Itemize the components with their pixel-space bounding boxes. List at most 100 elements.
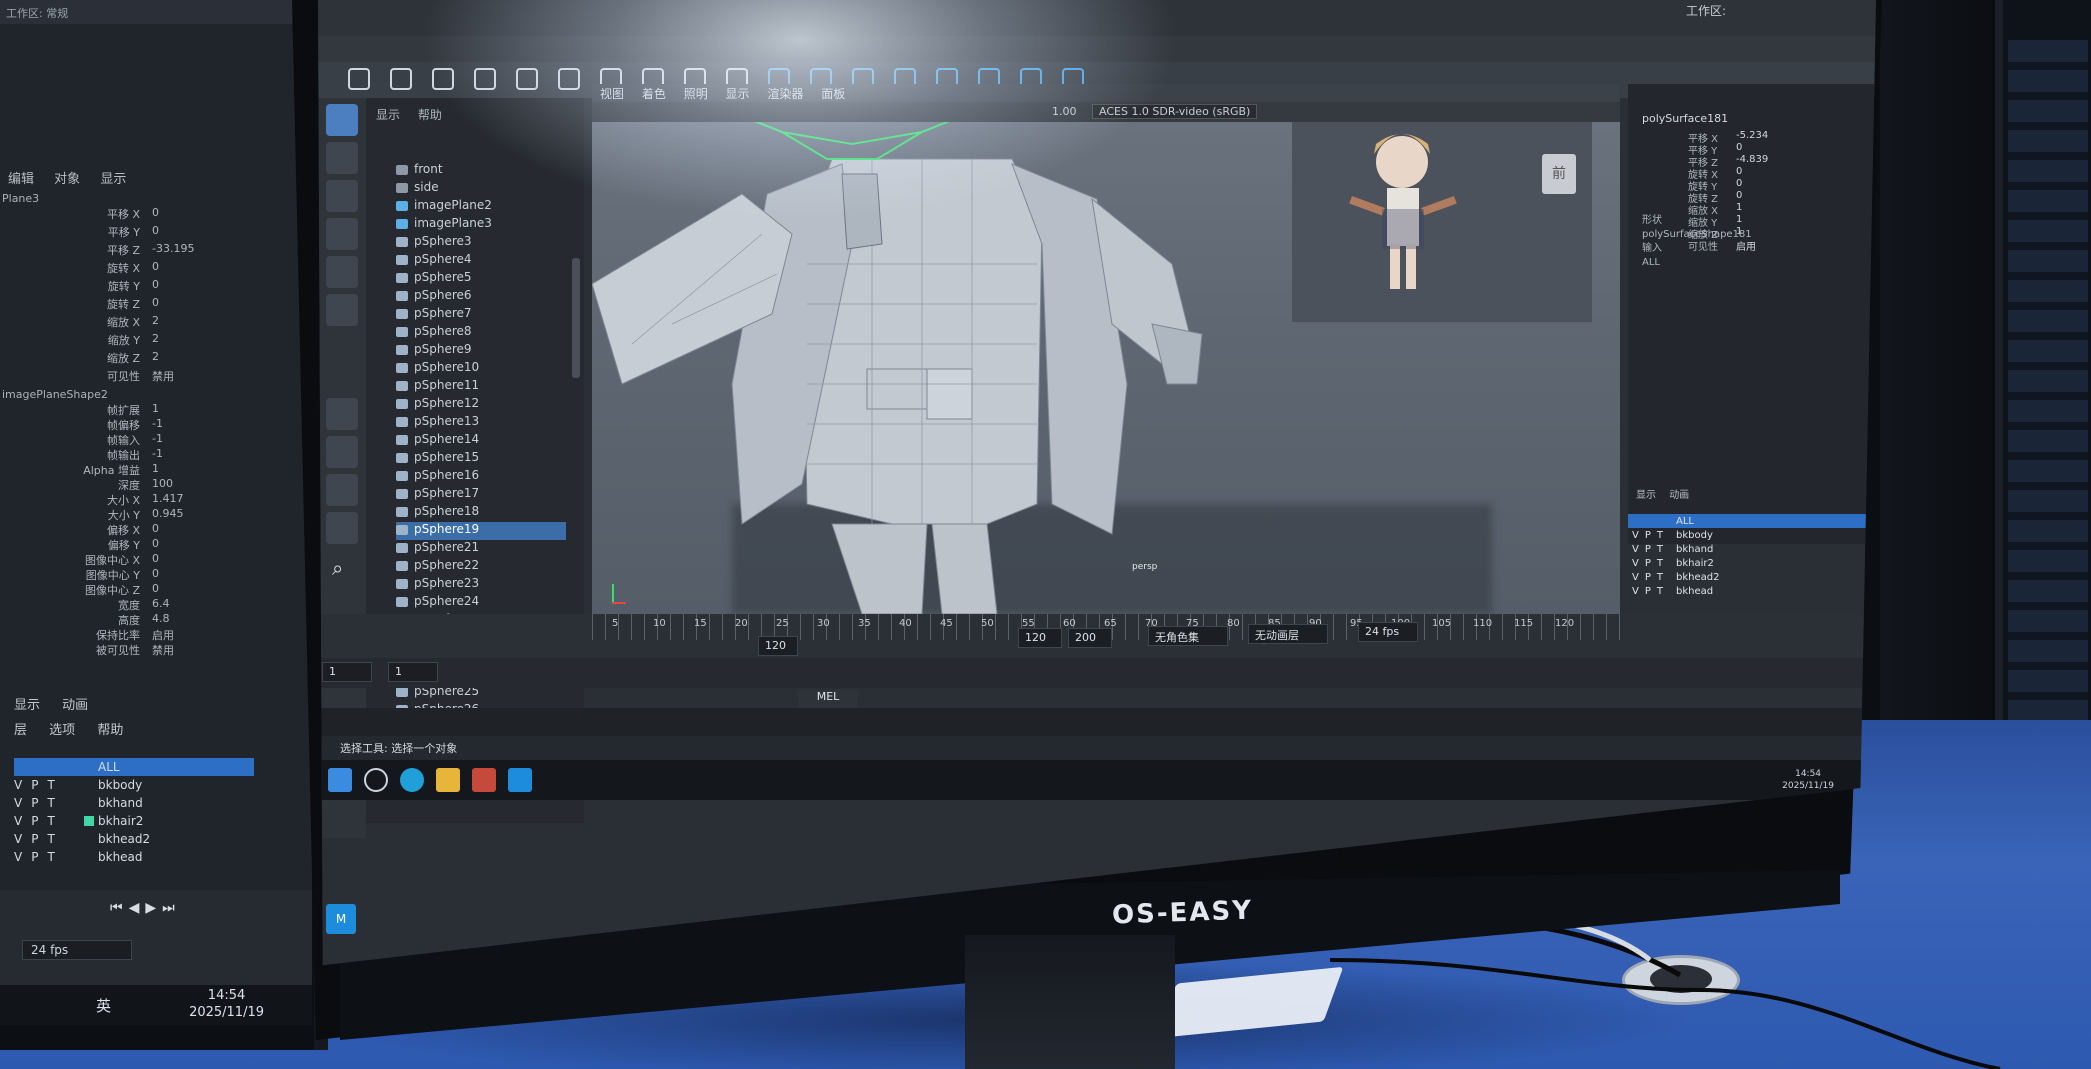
anim-layer-dropdown[interactable]: 无动画层 (1248, 624, 1328, 644)
channel-attr-value[interactable]: -5.234 (1736, 130, 1768, 141)
attr-row[interactable]: 偏移 Y 0 (0, 537, 250, 553)
outliner-item[interactable]: pSphere18 (396, 504, 566, 522)
outliner-item[interactable]: imagePlane3 (396, 216, 566, 234)
attr-value[interactable]: 0.945 (152, 507, 184, 520)
ime-indicator[interactable]: 英 (96, 995, 111, 1016)
outliner-item[interactable]: pSphere22 (396, 558, 566, 576)
outliner-item[interactable]: side (396, 180, 566, 198)
attr-value[interactable]: -1 (152, 432, 163, 445)
attr-row[interactable]: 平移 X 0 (0, 206, 250, 222)
layer-vpt-toggles[interactable]: VPT (14, 850, 84, 864)
outliner-item[interactable]: pSphere12 (396, 396, 566, 414)
attr-value[interactable]: -1 (152, 417, 163, 430)
attr-value[interactable]: 0 (152, 296, 159, 309)
outliner-menu-display[interactable]: 显示 (376, 108, 400, 122)
channel-attr-value[interactable]: -4.839 (1736, 154, 1768, 165)
attr-value[interactable]: 0 (152, 224, 159, 237)
layer-vpt-toggles[interactable]: VPT (1632, 558, 1676, 569)
attr-value[interactable]: -1 (152, 447, 163, 460)
fps-dropdown[interactable]: 24 fps (1358, 622, 1418, 642)
attr-row[interactable]: 旋转 Y 0 (0, 278, 250, 294)
attr-value[interactable]: 启用 (152, 627, 174, 643)
attr-value[interactable]: 0 (152, 537, 159, 550)
outliner-item[interactable]: pSphere5 (396, 270, 566, 288)
attr-value[interactable]: 100 (152, 477, 173, 490)
attr-value[interactable]: 0 (152, 278, 159, 291)
range-start-inner-field[interactable]: 1 (388, 662, 438, 682)
attr-value[interactable]: 2 (152, 350, 159, 363)
command-line[interactable] (318, 708, 1876, 736)
attr-value[interactable]: 2 (152, 314, 159, 327)
left-clock[interactable]: 14:54 2025/11/19 (189, 987, 264, 1021)
layer-row[interactable]: ALL (1628, 514, 1876, 528)
attr-row[interactable]: 缩放 Y 2 (0, 332, 250, 348)
layer-vpt-toggles[interactable]: VPT (1632, 544, 1676, 555)
range-end-inner-field[interactable]: 120 (1018, 628, 1062, 648)
lasso-tool-icon[interactable] (326, 142, 358, 174)
layer-row[interactable]: VPT bkhair2 (1628, 556, 1876, 570)
attr-value[interactable]: 禁用 (152, 642, 174, 658)
outliner-item[interactable]: pSphere11 (396, 378, 566, 396)
attr-row[interactable]: Alpha 增益 1 (0, 462, 250, 478)
outliner-item[interactable]: pSphere10 (396, 360, 566, 378)
paint-select-icon[interactable] (326, 180, 358, 212)
attr-row[interactable]: 缩放 Z 2 (0, 350, 250, 366)
vp-menu-shading[interactable]: 着色 (642, 87, 666, 101)
left-tab-object[interactable]: 对象 (54, 172, 80, 187)
layer-vpt-toggles[interactable]: VPT (14, 832, 84, 846)
color-space-dropdown[interactable]: ACES 1.0 SDR-video (sRGB) (1092, 104, 1258, 119)
two-layout-icon[interactable] (326, 474, 358, 506)
layer-vpt-toggles[interactable]: VPT (1632, 530, 1676, 541)
layer-row[interactable]: VPT bkhead2 (14, 830, 254, 848)
left-layer-tab-display[interactable]: 显示 (14, 698, 40, 713)
attr-row[interactable]: 可见性 禁用 (0, 368, 250, 384)
attr-value[interactable]: 1 (152, 402, 159, 415)
left-layer-menu-options[interactable]: 选项 (49, 723, 75, 738)
attr-row[interactable]: 图像中心 Z 0 (0, 582, 250, 598)
left-layer-menu-layers[interactable]: 层 (14, 723, 27, 738)
layer-row[interactable]: VPT bkhand (14, 794, 254, 812)
attr-value[interactable]: 0 (152, 552, 159, 565)
outliner-menu-help[interactable]: 帮助 (418, 108, 442, 122)
maya-taskbar-icon[interactable] (508, 768, 532, 792)
outliner-item[interactable]: pSphere4 (396, 252, 566, 270)
attr-row[interactable]: 被可见性 禁用 (0, 642, 250, 658)
app-icon[interactable] (472, 768, 496, 792)
layer-row[interactable]: VPT bkbody (1628, 528, 1876, 542)
windows-start-icon[interactable] (328, 768, 352, 792)
range-start-field[interactable]: 1 (322, 662, 372, 682)
attr-row[interactable]: 保持比率 启用 (0, 627, 250, 643)
attr-value[interactable]: 0 (152, 260, 159, 273)
outliner-layout-icon[interactable] (326, 512, 358, 544)
outliner-item[interactable]: pSphere6 (396, 288, 566, 306)
attr-row[interactable]: 缩放 X 2 (0, 314, 250, 330)
attr-row[interactable]: 帧输入 -1 (0, 432, 250, 448)
channel-attr-value[interactable]: 0 (1736, 178, 1742, 189)
attr-value[interactable]: 2 (152, 332, 159, 345)
layer-row[interactable]: VPT bkhead (1628, 584, 1876, 598)
shape-node[interactable]: polySurfaceShape181 (1642, 228, 1752, 242)
create-cylinder-icon[interactable] (432, 68, 454, 90)
main-clock[interactable]: 14:54 2025/11/19 (1782, 768, 1834, 792)
layer-row[interactable]: ALL (14, 758, 254, 776)
layer-row[interactable]: VPT bkhand (1628, 542, 1876, 556)
layer-row[interactable]: VPT bkhead2 (1628, 570, 1876, 584)
vp-menu-panels[interactable]: 面板 (821, 87, 845, 101)
outliner-item[interactable]: pSphere14 (396, 432, 566, 450)
attr-row[interactable]: 大小 X 1.417 (0, 492, 250, 508)
search-taskbar-icon[interactable] (364, 768, 388, 792)
scale-tool-icon[interactable] (326, 294, 358, 326)
outliner-item[interactable]: pSphere24 (396, 594, 566, 612)
attr-row[interactable]: 旋转 Z 0 (0, 296, 250, 312)
outliner-item[interactable]: pSphere15 (396, 450, 566, 468)
attr-row[interactable]: 帧输出 -1 (0, 447, 250, 463)
layer-vpt-toggles[interactable]: VPT (14, 814, 84, 828)
range-end-field[interactable]: 200 (1068, 628, 1112, 648)
outliner-item[interactable]: pSphere13 (396, 414, 566, 432)
attr-value[interactable]: 4.8 (152, 612, 170, 625)
outliner-item[interactable]: pSphere23 (396, 576, 566, 594)
vp-menu-lighting[interactable]: 照明 (684, 87, 708, 101)
layer-vpt-toggles[interactable]: VPT (1632, 572, 1676, 583)
attr-row[interactable]: 帧偏移 -1 (0, 417, 250, 433)
cb-layer-tab-anim[interactable]: 动画 (1669, 490, 1689, 501)
